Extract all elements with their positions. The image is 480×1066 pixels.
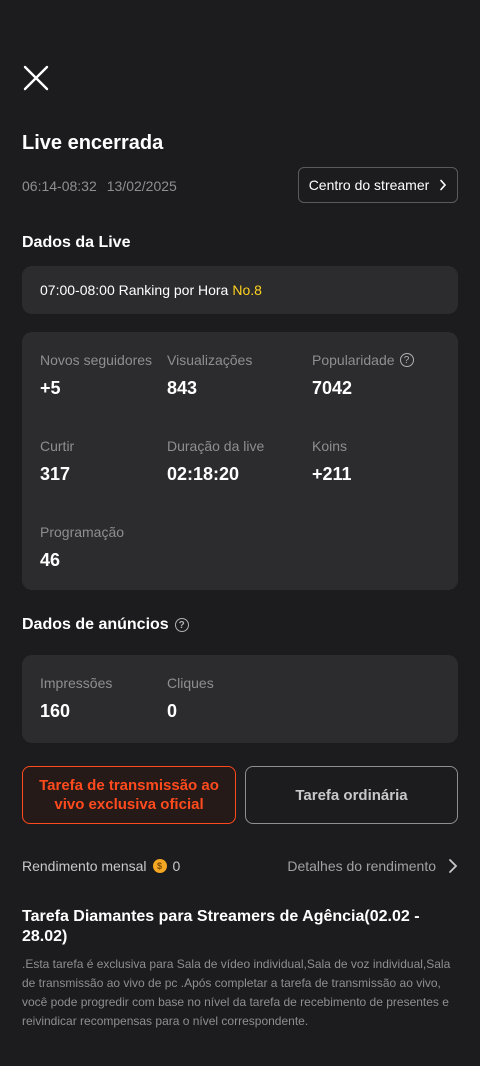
stat-label: Curtir: [40, 438, 75, 454]
stat-label: Cliques: [167, 675, 214, 691]
income-details-label: Detalhes do rendimento: [287, 858, 436, 874]
monthly-income: Rendimento mensal $ 0: [22, 858, 180, 874]
live-timestamp: 06:14-08:32 13/02/2025: [22, 178, 187, 194]
stat-value: +5: [40, 378, 61, 398]
coin-icon: $: [152, 859, 167, 873]
monthly-income-value: 0: [172, 858, 181, 874]
stat-label: Programação: [40, 524, 125, 540]
stat-label: Novos seguidores: [40, 352, 153, 368]
live-time-range: 06:14-08:32: [22, 178, 97, 194]
help-icon[interactable]: ?: [399, 353, 414, 367]
ranking-card: 07:00-08:00 Ranking por Hora No.8: [22, 266, 458, 314]
stat-label: Koins: [312, 438, 348, 454]
ads-data-title: Dados de anúncios ?: [22, 616, 189, 634]
stat-value: 843: [167, 378, 198, 398]
stat-label: Impressões: [40, 675, 113, 691]
stat-views: Visualizações 843: [167, 352, 252, 399]
monthly-income-label: Rendimento mensal: [22, 858, 147, 874]
stat-impressions: Impressões 160: [40, 675, 112, 722]
stat-value: +211: [312, 464, 352, 484]
stat-popularity: Popularidade ? 7042: [312, 352, 414, 399]
stat-value: 02:18:20: [167, 464, 240, 484]
income-row: Rendimento mensal $ 0 Detalhes do rendim…: [22, 856, 458, 876]
diamond-task-description: .Esta tarefa é exclusiva para Sala de ví…: [22, 957, 451, 1028]
official-task-button[interactable]: Tarefa de transmissão ao vivo exclusiva …: [22, 766, 236, 824]
stat-value: 160: [40, 701, 71, 721]
stat-schedule: Programação 46: [40, 524, 124, 571]
stat-label-text: Popularidade: [312, 352, 395, 368]
stat-koins: Koins +211: [312, 438, 352, 485]
stat-label: Popularidade ?: [312, 352, 414, 368]
stat-likes: Curtir 317: [40, 438, 74, 485]
ads-data-title-text: Dados de anúncios: [22, 616, 169, 633]
stat-label: Visualizações: [167, 352, 253, 368]
diamond-task-title: Tarefa Diamantes para Streamers de Agênc…: [22, 908, 420, 945]
stat-label: Duração da live: [167, 438, 265, 454]
live-data-title-text: Dados da Live: [22, 234, 131, 251]
stat-clicks: Cliques 0: [167, 675, 214, 722]
streamer-center-button[interactable]: Centro do streamer: [298, 167, 458, 203]
stat-value: 46: [40, 550, 61, 570]
live-data-title: Dados da Live: [22, 234, 130, 252]
ranking-value: No.8: [232, 282, 262, 298]
live-date: 13/02/2025: [106, 178, 177, 194]
ranking-text: 07:00-08:00 Ranking por Hora: [40, 282, 229, 298]
stat-new-followers: Novos seguidores +5: [40, 352, 152, 399]
chevron-right-icon: [449, 859, 458, 873]
income-details-link[interactable]: Detalhes do rendimento: [287, 858, 458, 874]
stat-duration: Duração da live 02:18:20: [167, 438, 264, 485]
stat-value: 0: [167, 701, 178, 721]
help-icon[interactable]: ?: [174, 618, 189, 632]
ordinary-task-button[interactable]: Tarefa ordinária: [245, 766, 458, 824]
page-title: Live encerrada: [22, 132, 164, 154]
streamer-center-label: Centro do streamer: [308, 177, 430, 193]
stat-value: 7042: [312, 378, 353, 398]
close-icon: [23, 65, 49, 91]
live-stats-card: Novos seguidores +5 Visualizações 843 Po…: [22, 332, 458, 590]
ads-stats-card: Impressões 160 Cliques 0: [22, 655, 458, 743]
close-button[interactable]: [20, 62, 52, 94]
chevron-right-icon: [440, 179, 447, 191]
stat-value: 317: [40, 464, 71, 484]
